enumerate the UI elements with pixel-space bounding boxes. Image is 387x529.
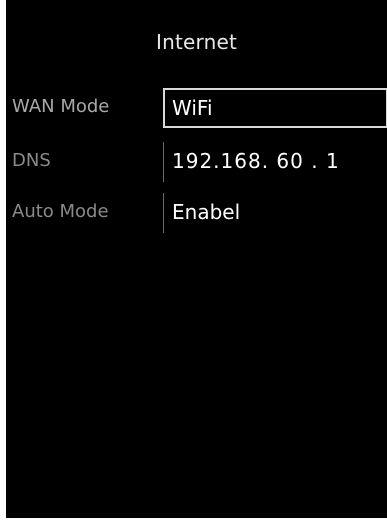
dns-field[interactable]: 192.168. 60 . 1 — [163, 142, 387, 182]
auto-mode-label: Auto Mode — [12, 201, 109, 222]
dns-label: DNS — [12, 150, 51, 171]
auto-mode-row[interactable]: Auto Mode Enabel — [6, 191, 387, 235]
settings-screen: Internet WAN Mode WiFi DNS 192.168. 60 .… — [6, 0, 387, 518]
wan-mode-label: WAN Mode — [12, 96, 110, 117]
page-title: Internet — [155, 30, 237, 54]
dns-row[interactable]: DNS 192.168. 60 . 1 — [6, 140, 387, 184]
wan-mode-selector[interactable]: WiFi — [163, 88, 387, 128]
wan-mode-row[interactable]: WAN Mode WiFi — [6, 86, 387, 130]
auto-mode-selector[interactable]: Enabel — [163, 193, 387, 233]
